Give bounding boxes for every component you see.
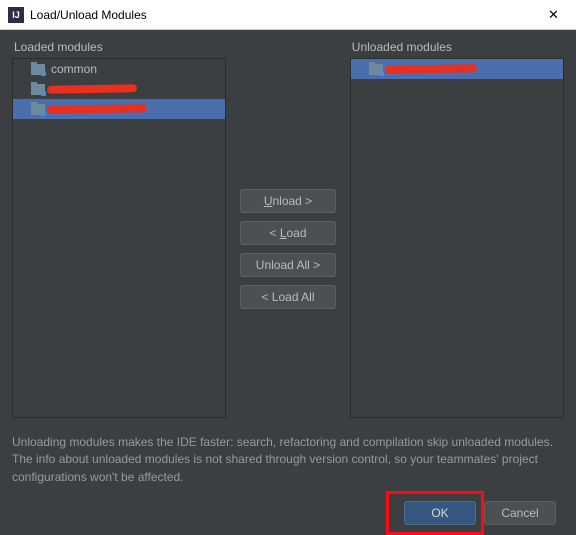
- info-text: Unloading modules makes the IDE faster: …: [12, 434, 564, 486]
- redaction-mark: [385, 64, 477, 74]
- titlebar: IJ Load/Unload Modules ✕: [0, 0, 576, 30]
- unloaded-modules-label: Unloaded modules: [350, 40, 564, 54]
- unload-button[interactable]: Unload >: [240, 189, 336, 213]
- redaction-mark: [47, 84, 137, 94]
- list-item[interactable]: redacted: [13, 99, 225, 119]
- unloaded-modules-panel: Unloaded modules redacted: [350, 40, 564, 418]
- loaded-modules-list[interactable]: common redacted redacted: [12, 58, 226, 418]
- unload-all-button[interactable]: Unload All >: [240, 253, 336, 277]
- unloaded-modules-list[interactable]: redacted: [350, 58, 564, 418]
- loaded-modules-label: Loaded modules: [12, 40, 226, 54]
- folder-icon: [31, 84, 45, 95]
- close-icon[interactable]: ✕: [531, 0, 576, 30]
- window-title: Load/Unload Modules: [30, 8, 531, 22]
- dialog-body: Loaded modules common redacted redacted: [0, 30, 576, 535]
- app-icon: IJ: [8, 7, 24, 23]
- list-item[interactable]: redacted: [13, 79, 225, 99]
- loaded-modules-panel: Loaded modules common redacted redacted: [12, 40, 226, 418]
- redaction-mark: [47, 104, 147, 114]
- ok-button[interactable]: OK: [404, 501, 476, 525]
- dialog-footer: OK Cancel: [12, 493, 564, 535]
- load-all-button[interactable]: < Load All: [240, 285, 336, 309]
- load-button[interactable]: < Load: [240, 221, 336, 245]
- transfer-buttons: Unload > < Load Unload All > < Load All: [232, 40, 344, 418]
- module-name: common: [51, 62, 97, 76]
- cancel-button[interactable]: Cancel: [484, 501, 556, 525]
- folder-icon: [31, 64, 45, 75]
- folder-icon: [31, 104, 45, 115]
- list-item[interactable]: redacted: [351, 59, 563, 79]
- folder-icon: [369, 64, 383, 75]
- list-item[interactable]: common: [13, 59, 225, 79]
